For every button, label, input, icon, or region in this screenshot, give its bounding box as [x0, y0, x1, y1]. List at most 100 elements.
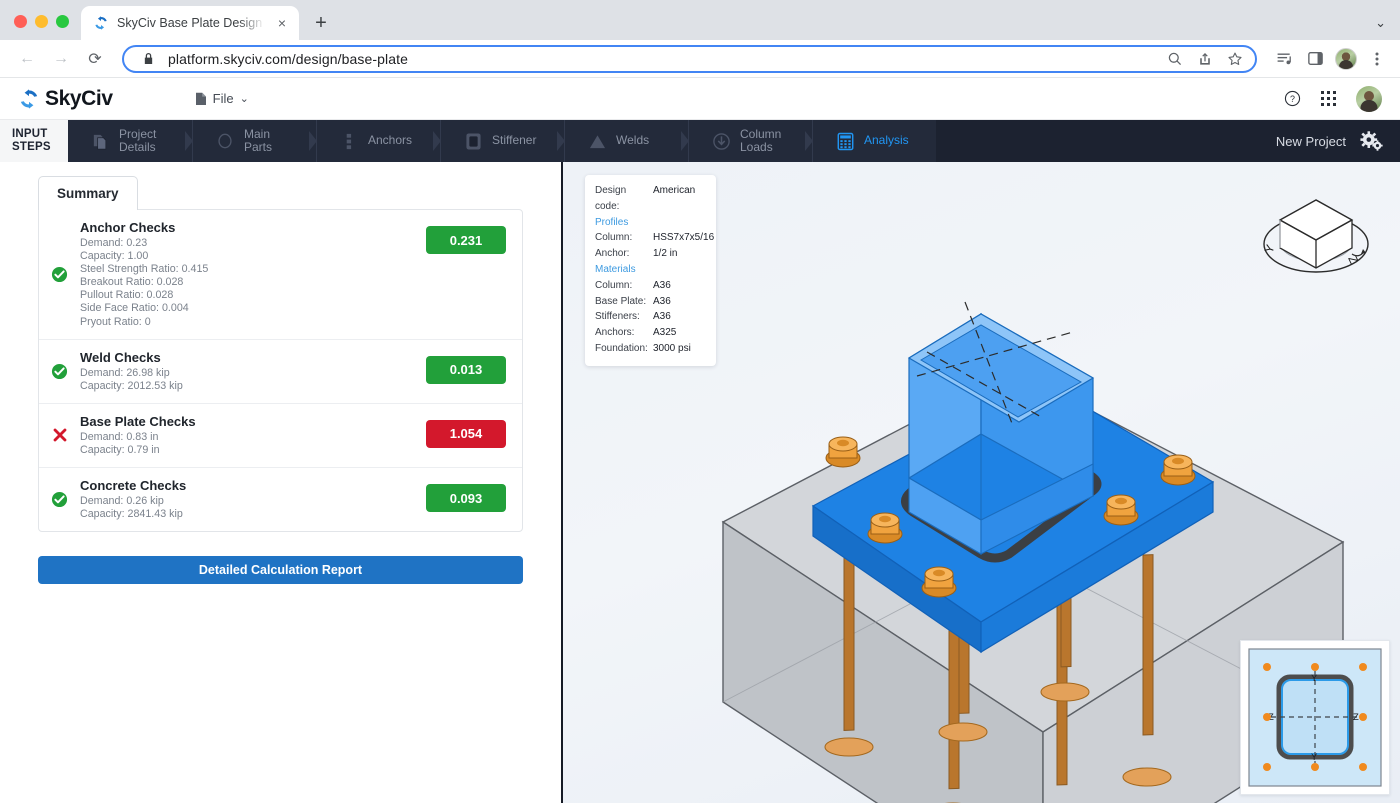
step-analysis[interactable]: Analysis	[812, 120, 936, 162]
check-body: Anchor ChecksDemand: 0.23Capacity: 1.00S…	[80, 220, 426, 329]
step-label: Project Details	[119, 128, 156, 155]
profile-avatar[interactable]	[1335, 48, 1357, 70]
skyciv-logo-icon	[93, 15, 109, 31]
step-project-details[interactable]: Project Details	[68, 120, 192, 162]
reload-button[interactable]: ⟳	[80, 44, 110, 74]
app-header: SkyCiv File ⌄ ?	[0, 78, 1400, 120]
info-value: A36	[653, 278, 671, 294]
check-row: Anchor ChecksDemand: 0.23Capacity: 1.00S…	[39, 210, 522, 339]
info-key: Design code:	[595, 183, 653, 215]
step-label: Column Loads	[740, 128, 781, 155]
gears-icon[interactable]	[1360, 130, 1384, 152]
pass-check-icon	[51, 491, 68, 508]
check-title: Weld Checks	[80, 350, 426, 365]
info-value: 1/2 in	[653, 246, 677, 262]
step-stiffener[interactable]: Stiffener	[440, 120, 564, 162]
info-row: Column:HSS7x7x5/16	[595, 230, 706, 246]
help-circle-icon[interactable]: ?	[1284, 90, 1301, 107]
info-key: Anchors:	[595, 325, 653, 341]
skyciv-brand-logo[interactable]: SkyCiv	[18, 87, 113, 111]
circle-icon	[215, 131, 235, 151]
dots-vertical-icon	[339, 131, 359, 151]
forward-button[interactable]: →	[46, 44, 76, 74]
browser-tab[interactable]: SkyCiv Base Plate Design | Sky ×	[81, 6, 299, 40]
step-column-loads[interactable]: Column Loads	[688, 120, 812, 162]
check-detail-line: Capacity: 2012.53 kip	[80, 380, 426, 393]
new-tab-button[interactable]: +	[307, 9, 335, 37]
maximize-window-button[interactable]	[56, 15, 69, 28]
chevron-down-icon: ⌄	[240, 92, 249, 105]
search-icon[interactable]	[1165, 49, 1185, 69]
check-detail-line: Steel Strength Ratio: 0.415	[80, 263, 426, 276]
check-detail-line: Capacity: 1.00	[80, 250, 426, 263]
steps-strip: INPUT STEPS Project Details Main Parts A…	[0, 120, 936, 162]
file-icon	[195, 92, 207, 106]
summary-tabstrip: Summary	[0, 176, 561, 210]
info-row: Base Plate:A36	[595, 294, 706, 310]
arrow-down-circle-icon	[711, 131, 731, 151]
file-menu-button[interactable]: File ⌄	[195, 91, 249, 106]
info-row: Column:A36	[595, 278, 706, 294]
input-steps-bar: INPUT STEPS Project Details Main Parts A…	[0, 120, 1400, 162]
back-button[interactable]: ←	[12, 44, 42, 74]
check-detail-line: Side Face Ratio: 0.004	[80, 302, 426, 315]
step-main-parts[interactable]: Main Parts	[192, 120, 316, 162]
app-body: Summary Anchor ChecksDemand: 0.23Capacit…	[0, 162, 1400, 803]
info-key: Stiffeners:	[595, 309, 653, 325]
detailed-calculation-report-button[interactable]: Detailed Calculation Report	[38, 556, 523, 584]
fail-cross-icon	[51, 427, 68, 444]
info-row: Design code:American	[595, 183, 706, 215]
window-controls[interactable]	[0, 15, 81, 40]
orientation-cube[interactable]: Y Z	[1260, 192, 1372, 280]
check-body: Weld ChecksDemand: 26.98 kipCapacity: 20…	[80, 350, 426, 393]
file-menu-label: File	[213, 91, 234, 106]
model-info-panel: Design code:AmericanProfilesColumn:HSS7x…	[585, 175, 716, 366]
info-value: HSS7x7x5/16	[653, 230, 714, 246]
share-icon[interactable]	[1195, 49, 1215, 69]
close-window-button[interactable]	[14, 15, 27, 28]
info-value: American	[653, 183, 695, 215]
info-row: Foundation:3000 psi	[595, 341, 706, 357]
info-key: Foundation:	[595, 341, 653, 357]
apps-grid-icon[interactable]	[1321, 91, 1336, 106]
check-detail-line: Demand: 0.83 in	[80, 431, 426, 444]
side-panel-icon[interactable]	[1304, 48, 1326, 70]
info-value: 3000 psi	[653, 341, 691, 357]
chrome-menu-icon[interactable]	[1366, 48, 1388, 70]
check-detail-line: Capacity: 2841.43 kip	[80, 508, 426, 521]
reading-list-icon[interactable]	[1273, 48, 1295, 70]
step-label: Main Parts	[244, 128, 272, 155]
check-title: Concrete Checks	[80, 478, 426, 493]
utilization-ratio-badge: 0.231	[426, 226, 506, 254]
check-detail-line: Demand: 0.23	[80, 237, 426, 250]
close-icon[interactable]: ×	[273, 14, 291, 32]
info-key: Base Plate:	[595, 294, 653, 310]
app-header-actions: ?	[1284, 86, 1382, 112]
check-body: Base Plate ChecksDemand: 0.83 inCapacity…	[80, 414, 426, 457]
model-viewport[interactable]: Design code:AmericanProfilesColumn:HSS7x…	[563, 162, 1400, 803]
check-title: Base Plate Checks	[80, 414, 426, 429]
step-label: Stiffener	[492, 134, 536, 148]
cross-section-view[interactable]: Y Y Z Z	[1240, 640, 1390, 795]
check-row: Concrete ChecksDemand: 0.26 kipCapacity:…	[39, 467, 522, 531]
step-welds[interactable]: Welds	[564, 120, 688, 162]
chevron-down-icon[interactable]: ⌄	[1375, 15, 1386, 31]
cube-axis-y: Y	[1262, 243, 1278, 255]
axis-label-y-bottom: Y	[1311, 752, 1318, 763]
info-value: A325	[653, 325, 676, 341]
steps-bar-right: New Project	[1276, 120, 1400, 162]
address-bar[interactable]: platform.skyciv.com/design/base-plate	[122, 45, 1257, 73]
bookmark-star-icon[interactable]	[1225, 49, 1245, 69]
tab-summary[interactable]: Summary	[38, 176, 138, 210]
browser-tab-bar: SkyCiv Base Plate Design | Sky × + ⌄	[0, 0, 1400, 40]
minimize-window-button[interactable]	[35, 15, 48, 28]
browser-tab-title: SkyCiv Base Plate Design | Sky	[117, 16, 265, 30]
pass-check-icon	[51, 266, 68, 283]
app-logo-text: SkyCiv	[45, 87, 113, 111]
step-label: Welds	[616, 134, 649, 148]
skyciv-logo-icon	[18, 88, 40, 110]
toolbar-icon-group	[1269, 48, 1388, 70]
step-anchors[interactable]: Anchors	[316, 120, 440, 162]
axis-label-z-right: Z	[1353, 712, 1359, 723]
avatar[interactable]	[1356, 86, 1382, 112]
